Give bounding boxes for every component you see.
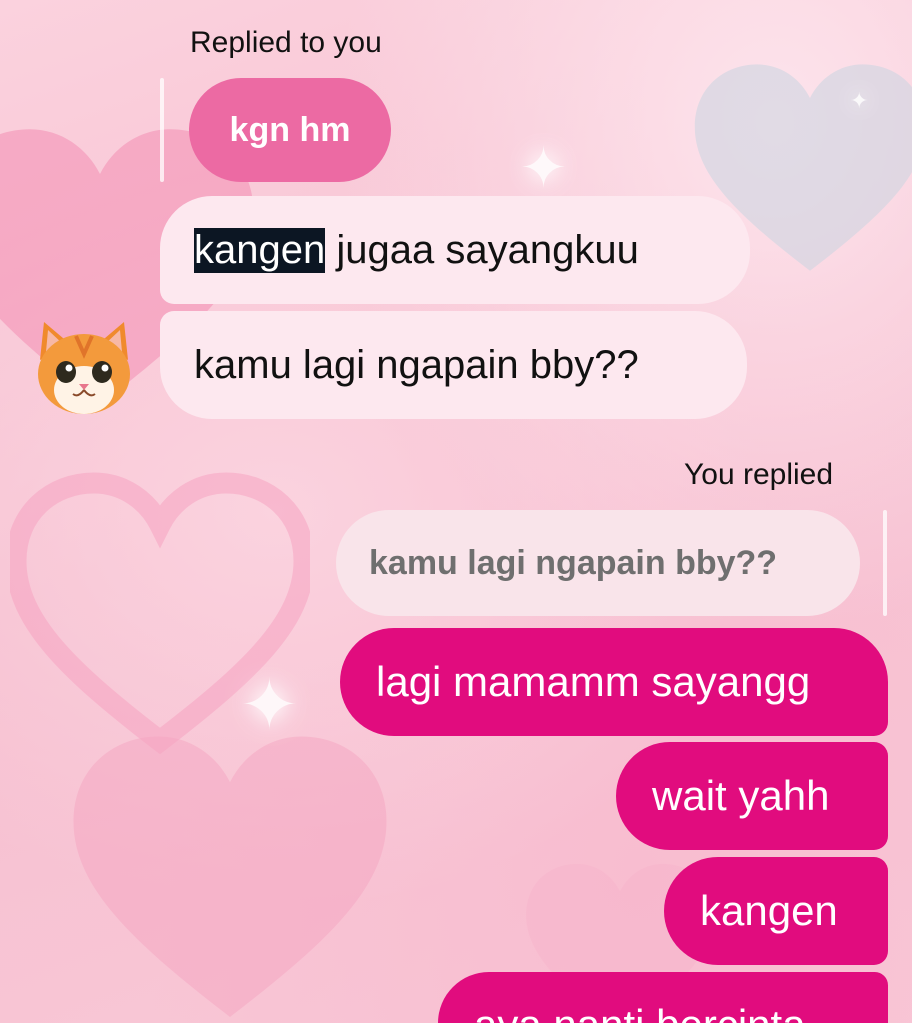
- outgoing-message-bubble[interactable]: wait yahh: [616, 742, 888, 850]
- cat-avatar-icon[interactable]: [30, 318, 138, 418]
- sparkle-icon: ✦: [520, 136, 567, 199]
- incoming-message-bubble[interactable]: kangen jugaa sayangkuu: [160, 196, 750, 304]
- message-text: wait yahh: [652, 772, 830, 819]
- message-text: aya nanti bercinta: [474, 1001, 806, 1023]
- sparkle-icon: ✦: [850, 88, 869, 113]
- incoming-message-bubble[interactable]: kamu lagi ngapain bby??: [160, 311, 747, 419]
- message-text: lagi mamamm sayangg: [376, 658, 811, 705]
- reply-indicator-bar: [883, 510, 887, 616]
- sparkle-icon: ✦: [240, 666, 299, 744]
- quoted-message-text: kgn hm: [229, 110, 351, 149]
- quoted-message-text: kamu lagi ngapain bby??: [369, 543, 778, 582]
- message-text: jugaa sayangkuu: [325, 227, 639, 272]
- message-text: kamu lagi ngapain bby??: [194, 342, 639, 387]
- outgoing-message-bubble[interactable]: lagi mamamm sayangg: [340, 628, 888, 736]
- quoted-message-bubble[interactable]: kamu lagi ngapain bby??: [336, 510, 860, 616]
- quoted-message-bubble[interactable]: kgn hm: [189, 78, 391, 182]
- outgoing-message-bubble[interactable]: aya nanti bercinta: [438, 972, 888, 1023]
- outgoing-message-bubble[interactable]: kangen: [664, 857, 888, 965]
- incoming-reply-label: Replied to you: [190, 26, 382, 59]
- heart-decoration-icon: [73, 736, 387, 1017]
- message-text: kangen: [700, 887, 838, 934]
- reply-indicator-bar: [160, 78, 164, 182]
- selected-text-highlight[interactable]: kangen: [194, 227, 326, 273]
- outgoing-reply-label: You replied: [684, 458, 834, 491]
